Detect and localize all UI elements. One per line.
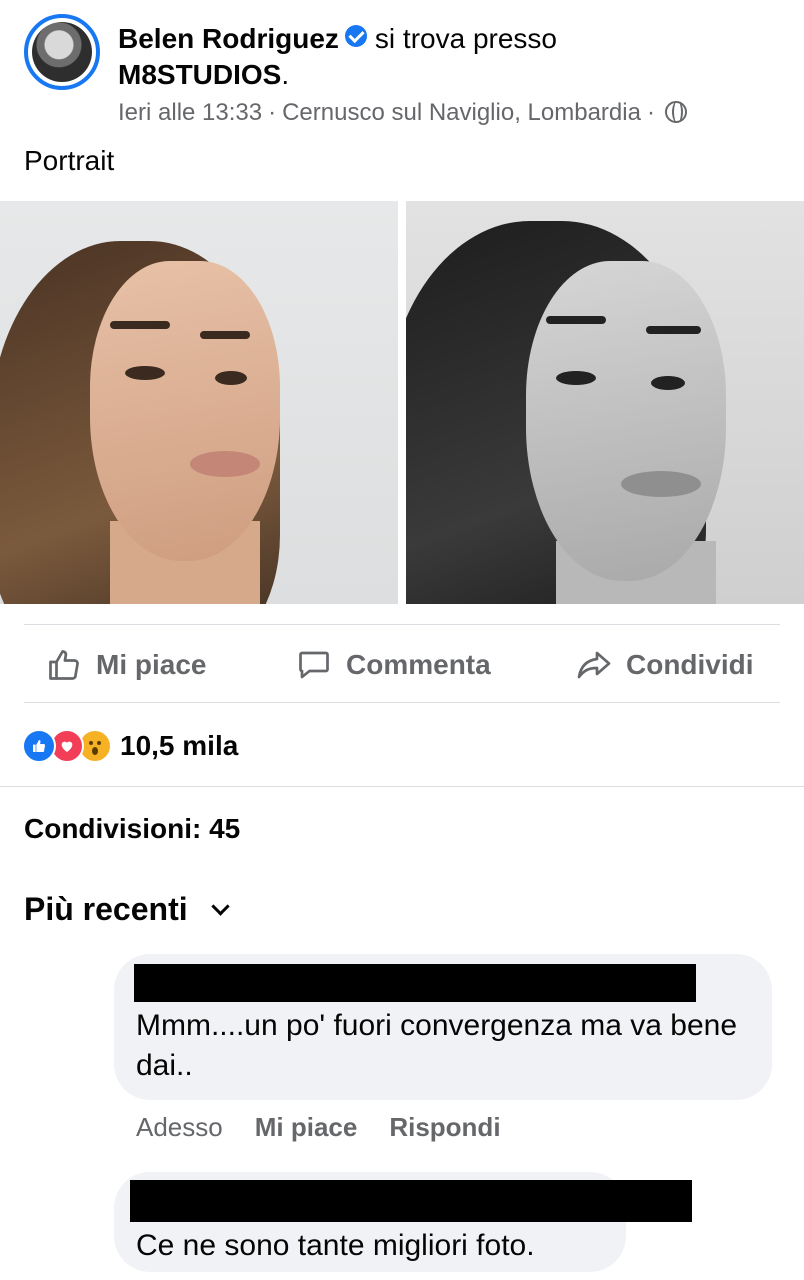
comment-text: Ce ne sono tante migliori foto. [136, 1229, 535, 1262]
divider [0, 786, 804, 787]
comment-text: Mmm....un po' fuori convergenza ma va be… [136, 1009, 738, 1082]
author-name[interactable]: Belen Rodriguez [118, 23, 339, 54]
globe-icon [664, 101, 687, 123]
comment-bubble[interactable]: Mmm....un po' fuori convergenza ma va be… [114, 954, 772, 1100]
comment-bubble[interactable]: Ce ne sono tante migliori foto. [114, 1172, 692, 1272]
check-in-place[interactable]: M8STUDIOS [118, 59, 281, 90]
post-meta: Ieri alle 13:33 · Cernusco sul Naviglio, L… [118, 98, 687, 128]
divider [24, 624, 780, 625]
divider [24, 702, 780, 703]
comment-label: Commenta [346, 649, 491, 680]
meta-separator: · [268, 99, 277, 126]
like-reaction-icon [22, 729, 56, 763]
redacted-commenter-name [134, 964, 696, 1002]
post-time[interactable]: Ieri alle 13:33 [118, 99, 262, 126]
thumbs-up-icon [49, 650, 79, 680]
redacted-commenter-name [130, 1180, 692, 1222]
reactions-summary[interactable]: 10,5 mila [22, 728, 238, 764]
like-button[interactable]: Mi piace [46, 640, 206, 690]
author-avatar[interactable] [24, 14, 100, 90]
share-arrow-icon [577, 651, 611, 679]
reaction-count: 10,5 mila [120, 730, 239, 761]
chevron-down-icon [210, 896, 230, 916]
comment-sort-dropdown[interactable]: Più recenti [24, 890, 230, 928]
check-in-verb: si trova presso [374, 23, 557, 54]
comment-time: Adesso [136, 1112, 223, 1142]
comment-like-button[interactable]: Mi piace [255, 1112, 358, 1143]
comment-reply-button[interactable]: Rispondi [389, 1112, 500, 1143]
post-photo-bw[interactable] [406, 201, 804, 604]
post-header-title: Belen Rodriguez si trova presso [118, 22, 557, 56]
share-button[interactable]: Condividi [576, 640, 754, 690]
check-in-place-line: M8STUDIOS. [118, 58, 289, 92]
post-location[interactable]: Cernusco sul Naviglio, Lombardia [282, 99, 641, 126]
comment-bubble-icon [299, 651, 329, 679]
post-caption: Portrait [24, 145, 115, 176]
share-label: Condividi [626, 649, 754, 680]
verified-badge-icon [344, 25, 367, 47]
shares-count[interactable]: Condivisioni: 45 [24, 812, 240, 846]
meta-separator-2: · [646, 99, 655, 126]
comment-actions: Adesso Mi piace Rispondi [136, 1112, 501, 1143]
post-photo-color[interactable] [0, 201, 398, 604]
comment-button[interactable]: Commenta [296, 640, 491, 690]
place-suffix: . [281, 59, 290, 90]
like-label: Mi piace [96, 649, 207, 680]
sort-label: Più recenti [24, 891, 188, 927]
